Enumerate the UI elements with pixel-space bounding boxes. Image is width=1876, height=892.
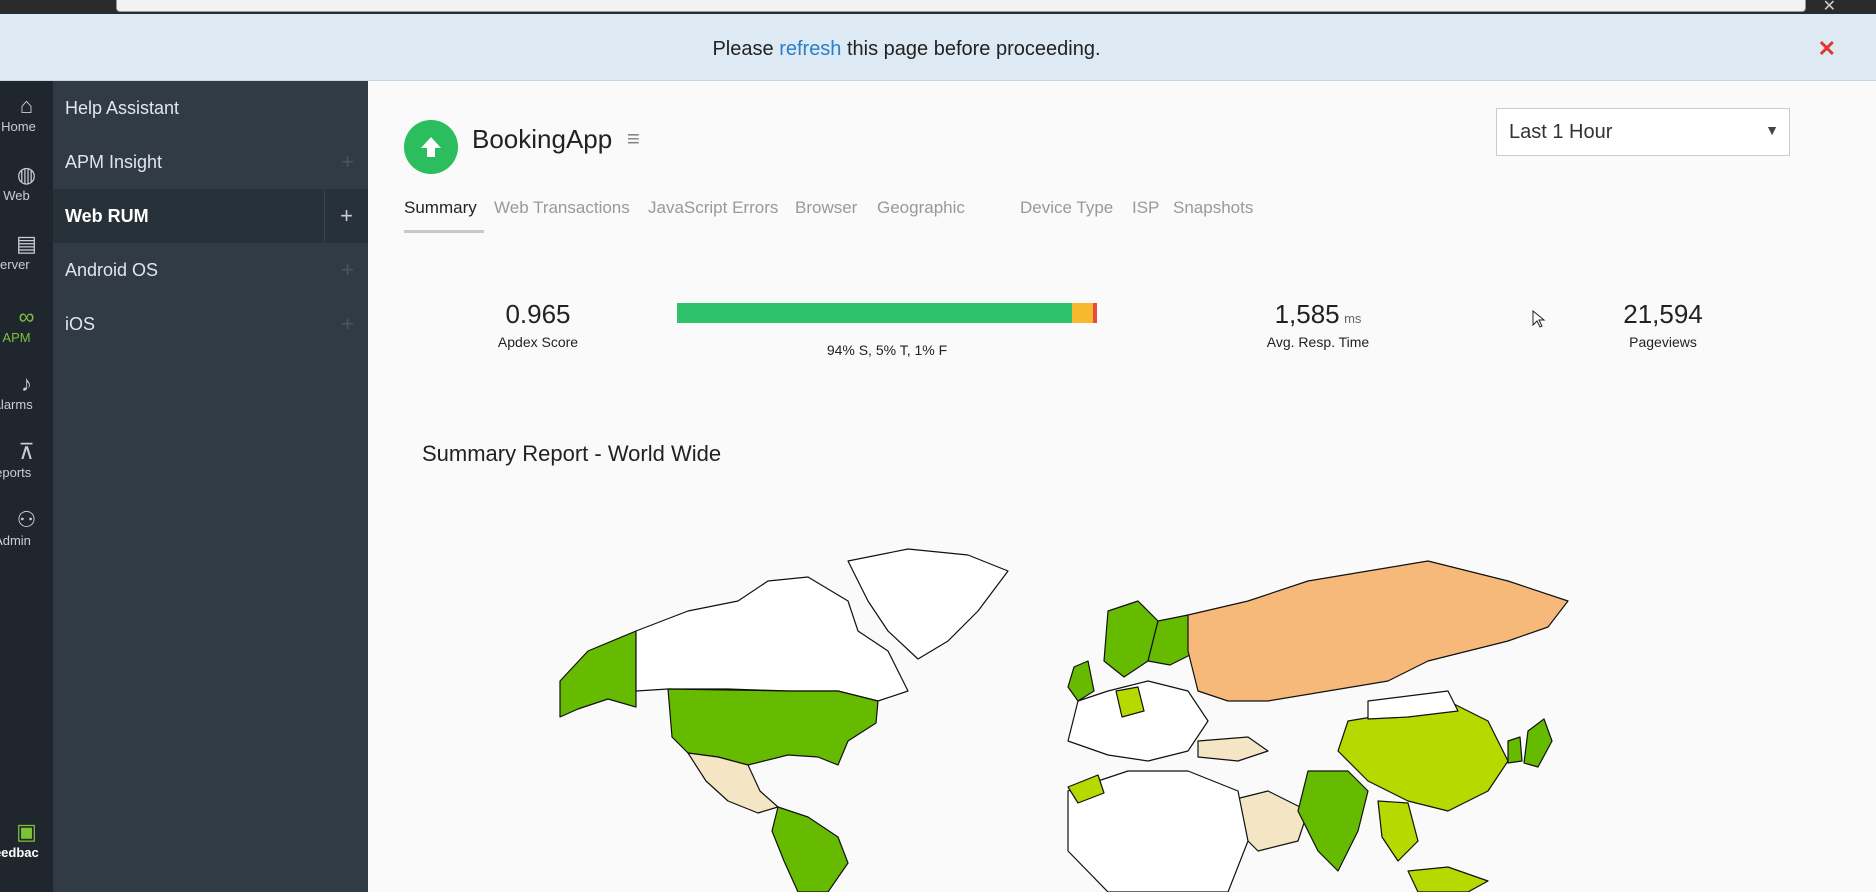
sidebar-item-label: APM Insight	[65, 152, 163, 172]
server-icon: ▤	[16, 231, 37, 256]
notice-after: this page before proceeding.	[841, 38, 1101, 60]
world-map[interactable]	[548, 541, 1748, 892]
sidebar-item-web-rum[interactable]: Web RUM +	[53, 189, 368, 243]
apdex-frustrated-segment	[1092, 303, 1097, 323]
chat-icon: ▣	[16, 819, 37, 844]
rail-item-alarms[interactable]: ♪ Alarms	[0, 371, 53, 431]
time-range-select[interactable]: Last 1 Hour ▼	[1496, 108, 1790, 156]
add-icon[interactable]: +	[341, 297, 354, 351]
refresh-link[interactable]: refresh	[779, 38, 841, 60]
resp-time-caption: Avg. Resp. Time	[1266, 334, 1370, 350]
avg-response-time: 1,585 ms Avg. Resp. Time	[1228, 299, 1408, 350]
rail-item-home[interactable]: ⌂ Home	[0, 93, 53, 153]
map-region-usa[interactable]	[667, 688, 879, 766]
bell-icon: ♪	[21, 371, 32, 396]
apm-sidebar: Help Assistant APM Insight + Web RUM + A…	[53, 81, 368, 892]
apdex-breakdown: 94% S, 5% T, 1% F	[826, 342, 948, 358]
add-icon[interactable]: +	[341, 243, 354, 297]
map-region-scandinavia[interactable]	[1103, 600, 1159, 678]
icon-rail: ⌂ Home ◍ Web ▤ Server ∞ APM ♪ Alarms ⊼ R…	[0, 81, 53, 892]
tab-web-transactions[interactable]: Web Transactions	[494, 193, 630, 233]
binoculars-icon: ∞	[18, 304, 35, 329]
rail-label: Feedback	[0, 845, 39, 860]
address-bar[interactable]	[116, 0, 1806, 12]
tab-geographic[interactable]: Geographic	[877, 193, 965, 233]
rail-label: Home	[1, 119, 36, 134]
map-region-india[interactable]	[1297, 770, 1369, 872]
resp-time-value: 1,585	[1274, 299, 1340, 329]
tab-device-type[interactable]: Device Type	[1020, 193, 1113, 233]
sidebar-item-label: iOS	[65, 314, 96, 334]
apdex-satisfied-segment	[677, 303, 1072, 323]
rail-label: Alarms	[0, 397, 33, 412]
map-region-alaska[interactable]	[559, 630, 637, 718]
mouse-cursor-icon	[1532, 310, 1546, 328]
sidebar-item-android-os[interactable]: Android OS +	[53, 243, 368, 297]
rail-label: Web	[3, 188, 30, 203]
home-icon: ⌂	[19, 93, 34, 118]
rail-label: Server	[0, 257, 30, 272]
tab-isp[interactable]: ISP	[1132, 193, 1159, 233]
tab-browser[interactable]: Browser	[795, 193, 857, 233]
pageviews-value: 21,594	[1623, 299, 1703, 329]
apdex-value: 0.965	[505, 299, 571, 329]
map-region-uk[interactable]	[1067, 660, 1095, 702]
map-region-turkey[interactable]	[1197, 736, 1269, 762]
main-content: BookingApp ≡ Last 1 Hour ▼ Summary Web T…	[368, 81, 1872, 892]
rail-item-reports[interactable]: ⊼ Reports	[0, 439, 53, 499]
map-region-russia[interactable]	[1187, 560, 1569, 702]
tab-snapshots[interactable]: Snapshots	[1173, 193, 1253, 233]
rail-label: Reports	[0, 465, 32, 480]
notice-before: Please	[712, 38, 780, 60]
map-region-korea[interactable]	[1507, 736, 1523, 764]
apdex-bar	[677, 303, 1097, 323]
sidebar-item-label: Android OS	[65, 260, 159, 280]
close-icon[interactable]: ✕	[1818, 36, 1836, 62]
sidebar-item-label: Help Assistant	[65, 98, 180, 118]
rail-label: Admin	[0, 533, 31, 548]
rail-item-feedback[interactable]: ▣ Feedback	[0, 819, 53, 879]
apdex-score: 0.965 Apdex Score	[468, 299, 608, 350]
app-title: BookingApp	[472, 124, 613, 154]
map-region-central-america[interactable]	[771, 806, 849, 892]
globe-icon: ◍	[16, 162, 37, 187]
caret-down-icon: ▼	[1765, 122, 1779, 138]
map-region-japan[interactable]	[1523, 718, 1553, 768]
tab-javascript-errors[interactable]: JavaScript Errors	[648, 193, 778, 233]
browser-toolbar: ✕	[0, 0, 1876, 15]
time-range-value: Last 1 Hour	[1509, 121, 1613, 143]
pageviews: 21,594 Pageviews	[1588, 299, 1738, 350]
add-icon[interactable]: +	[341, 135, 354, 189]
apdex-tolerating-segment	[1071, 303, 1093, 323]
sidebar-item-help-assistant[interactable]: Help Assistant	[53, 81, 368, 135]
summary-report-title: Summary Report - World Wide	[422, 441, 722, 466]
hamburger-menu-icon[interactable]: ≡	[627, 126, 640, 152]
rail-item-apm[interactable]: ∞ APM	[0, 304, 53, 364]
sidebar-item-ios[interactable]: iOS +	[53, 297, 368, 351]
map-region-indonesia[interactable]	[1407, 866, 1489, 892]
arrow-up-icon	[404, 120, 458, 174]
map-region-se-asia[interactable]	[1377, 800, 1419, 862]
refresh-notice: Please refresh this page before proceedi…	[0, 14, 1876, 81]
sidebar-item-apm-insight[interactable]: APM Insight +	[53, 135, 368, 189]
map-region-mexico[interactable]	[687, 752, 779, 814]
tab-summary[interactable]: Summary	[404, 193, 484, 233]
rail-item-server[interactable]: ▤ Server	[0, 231, 53, 291]
notice-text: Please refresh this page before proceedi…	[0, 38, 1813, 61]
resp-time-unit: ms	[1344, 311, 1362, 326]
rail-item-admin[interactable]: ⚇ Admin	[0, 507, 53, 567]
sidebar-item-label: Web RUM	[65, 206, 149, 226]
pageviews-caption: Pageviews	[1629, 334, 1697, 350]
apdex-caption: Apdex Score	[497, 334, 579, 350]
add-icon[interactable]: +	[324, 189, 368, 243]
rail-item-web[interactable]: ◍ Web	[0, 162, 53, 222]
rail-label: APM	[2, 330, 31, 345]
admin-icon: ⚇	[16, 507, 37, 532]
presentation-icon: ⊼	[18, 439, 35, 464]
